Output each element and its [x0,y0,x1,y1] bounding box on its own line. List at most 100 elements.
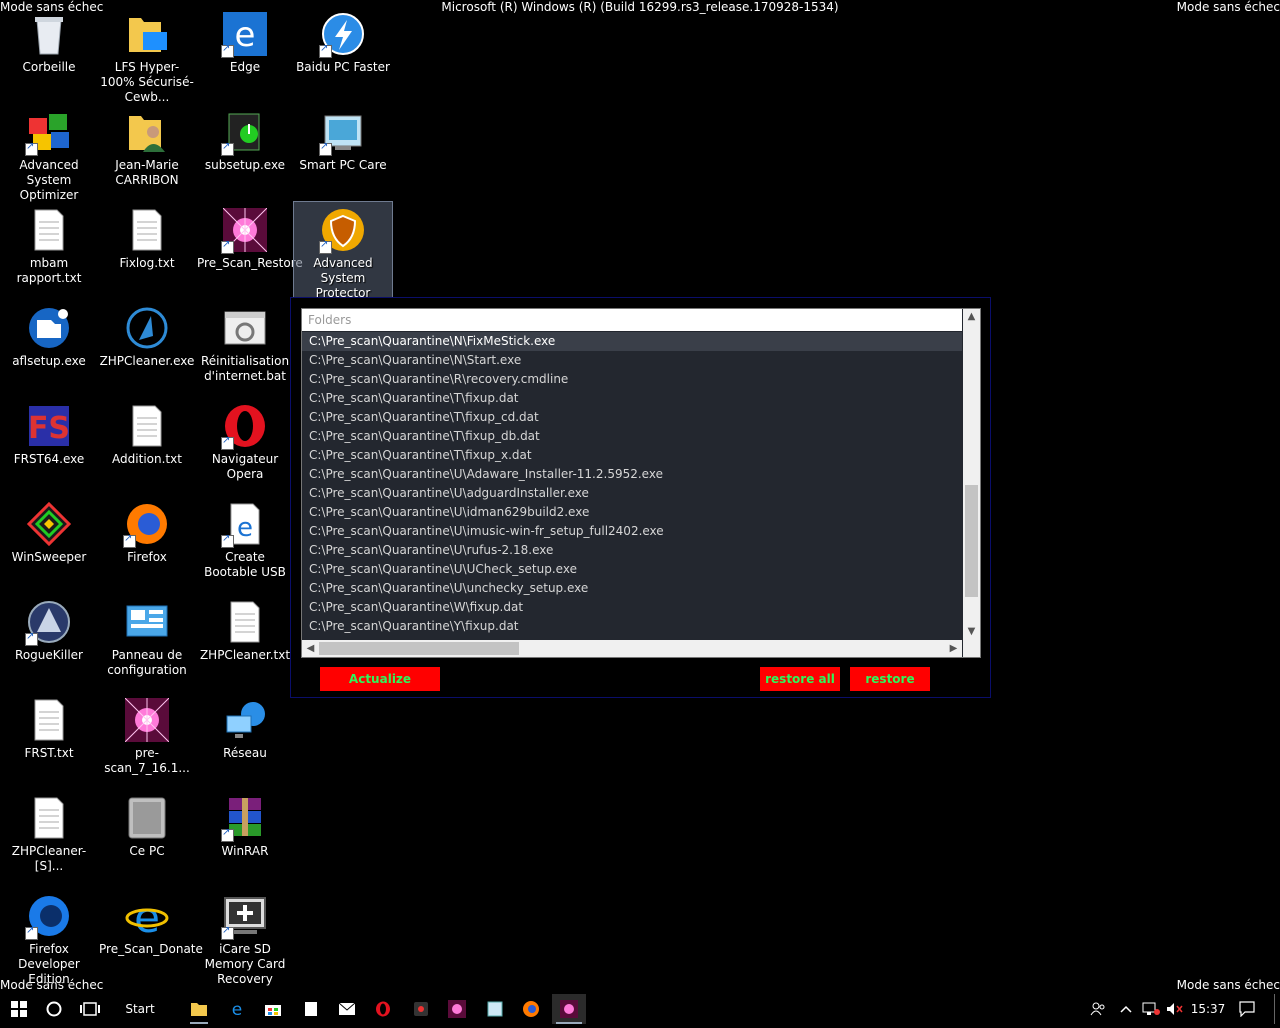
shortcut-arrow-icon [25,925,38,940]
pre-scan-taskbar-icon[interactable] [444,994,470,1024]
network-disconnected-icon[interactable] [1140,994,1162,1024]
list-item[interactable]: C:\Pre_scan\Quarantine\T\fixup_cd.dat [302,408,962,427]
list-item[interactable]: C:\Pre_scan\Quarantine\W\fixup.dat [302,598,962,617]
icare-icon [221,894,267,940]
desktop-icon-label: ZHPCleaner.txt [199,648,291,662]
text-file-icon [27,208,71,252]
desktop-icon-frst64[interactable]: FS FRST64.exe [0,398,98,496]
desktop-icon-smart-pc-care[interactable]: Smart PC Care [294,104,392,202]
desktop-icon-ce-pc[interactable]: Ce PC [98,790,196,888]
volume-muted-icon[interactable] [1164,994,1186,1024]
list-item[interactable]: C:\Pre_scan\Quarantine\U\unchecky_setup.… [302,579,962,598]
scroll-left-arrow-icon[interactable]: ◀ [302,640,319,657]
desktop-icon-panneau-configuration[interactable]: Panneau de configuration [98,594,196,692]
show-desktop-button[interactable] [1274,994,1280,1024]
desktop-icon-mbam-rapport[interactable]: mbam rapport.txt [0,202,98,300]
windows-start-icon[interactable] [8,994,30,1024]
vertical-scrollbar[interactable]: ▲ ▼ [963,309,980,640]
desktop-icon-frst-txt[interactable]: FRST.txt [0,692,98,790]
store-icon[interactable] [260,994,286,1024]
desktop-icon-label: FRST.txt [24,746,74,760]
desktop-icon-advanced-system-protector[interactable]: Advanced System Protector [293,201,393,301]
edge-taskbar-icon[interactable]: e [224,994,250,1024]
list-item[interactable]: C:\Pre_scan\Quarantine\U\adguardInstalle… [302,484,962,503]
desktop-icon-user-folder[interactable]: Jean-Marie CARRIBON [98,104,196,202]
firefox-taskbar-icon[interactable] [518,994,544,1024]
people-icon[interactable] [1088,994,1108,1024]
quarantine-file-list[interactable]: Folders C:\Pre_scan\Quarantine\N\FixMeSt… [301,308,981,658]
scroll-right-arrow-icon[interactable]: ▶ [945,640,962,657]
scroll-down-arrow-icon[interactable]: ▼ [963,624,980,640]
roguekiller-icon [25,600,71,646]
desktop-icon-pre-scan-restore[interactable]: Pre_Scan_Restore [196,202,303,300]
desktop-icon-label: Advanced System Protector [313,256,373,300]
cortana-search-icon[interactable] [42,994,66,1024]
desktop-icon-lfs[interactable]: LFS Hyper-100% Sécurisé-Cewb... [98,6,196,104]
list-header-folders[interactable]: Folders [302,309,962,331]
horizontal-scrollbar[interactable]: ◀ ▶ [302,640,962,657]
desktop-icon-edge[interactable]: e Edge [196,6,294,104]
restore-button[interactable]: restore [850,667,930,691]
desktop-icon-reseau[interactable]: Réseau [196,692,294,790]
action-center-icon[interactable] [1236,994,1258,1024]
show-hidden-icons-chevron-up-icon[interactable] [1116,994,1136,1024]
list-item[interactable]: C:\Pre_scan\Quarantine\Y\fixup.dat [302,617,962,636]
start-label[interactable]: Start [116,994,164,1024]
desktop-icon-pre-scan-donate[interactable]: e Pre_Scan_Donate [98,888,203,986]
list-item[interactable]: C:\Pre_scan\Quarantine\U\idman629build2.… [302,503,962,522]
desktop-icon-firefox[interactable]: Firefox [98,496,196,594]
desktop-icon-baidu[interactable]: Baidu PC Faster [294,6,392,104]
desktop-icon-label: WinSweeper [11,550,87,564]
notes-app-icon[interactable] [482,994,508,1024]
opera-icon [221,404,267,450]
desktop-icon-corbeille[interactable]: Corbeille [0,6,98,104]
desktop-icon-roguekiller[interactable]: RogueKiller [0,594,98,692]
desktop-icon-opera[interactable]: Navigateur Opera [196,398,294,496]
desktop-icon-winsweeper[interactable]: WinSweeper [0,496,98,594]
desktop-icon-advanced-system-optimizer[interactable]: Advanced System Optimizer [0,104,98,202]
list-item[interactable]: C:\Pre_scan\Quarantine\T\fixup.dat [302,389,962,408]
desktop-icon-label: Jean-Marie CARRIBON [115,158,179,187]
svg-text:FS: FS [28,411,70,446]
list-item[interactable]: C:\Pre_scan\Quarantine\N\Start.exe [302,351,962,370]
desktop-icon-zhpcleaner-txt[interactable]: ZHPCleaner.txt [196,594,294,692]
desktop-icon-aflsetup[interactable]: aflsetup.exe [0,300,98,398]
desktop-icon-firefox-developer[interactable]: Firefox Developer Edition [0,888,98,986]
opera-taskbar-icon[interactable] [370,994,396,1024]
list-item[interactable]: C:\Pre_scan\Quarantine\U\rufus-2.18.exe [302,541,962,560]
desktop-icon-winrar[interactable]: WinRAR [196,790,294,888]
desktop-icon-pre-scan-7[interactable]: pre-scan_7_16.1... [98,692,196,790]
shortcut-arrow-icon [25,631,38,646]
list-item[interactable]: C:\Pre_scan\Quarantine\R\recovery.cmdlin… [302,370,962,389]
mail-icon[interactable] [334,994,360,1024]
list-item[interactable]: C:\Pre_scan\Quarantine\T\fixup_x.dat [302,446,962,465]
actualize-button[interactable]: Actualize [320,667,440,691]
desktop-icon-addition[interactable]: Addition.txt [98,398,196,496]
horizontal-scroll-thumb[interactable] [319,642,519,655]
list-item[interactable]: C:\Pre_scan\Quarantine\U\Adaware_Install… [302,465,962,484]
list-item[interactable]: C:\Pre_scan\Quarantine\U\imusic-win-fr_s… [302,522,962,541]
desktop-icon-zhpcleaner-s[interactable]: ZHPCleaner-[S]... [0,790,98,888]
scroll-up-arrow-icon[interactable]: ▲ [963,309,980,325]
desktop-icon-label: WinRAR [221,844,269,858]
shortcut-arrow-icon [221,435,234,450]
desktop-icon-create-bootable-usb[interactable]: e Create Bootable USB [196,496,294,594]
desktop-icon-reinitialisation-internet[interactable]: Réinitialisation d'internet.bat [196,300,294,398]
list-item[interactable]: C:\Pre_scan\Quarantine\U\UCheck_setup.ex… [302,560,962,579]
list-item[interactable]: C:\Pre_scan\Quarantine\T\fixup_db.dat [302,427,962,446]
edge-file-icon: e [221,502,267,548]
notepad-icon[interactable] [298,994,324,1024]
vertical-scroll-thumb[interactable] [965,485,978,597]
file-explorer-icon[interactable] [186,994,212,1024]
pre-scan-active-taskbar-icon[interactable] [552,994,586,1024]
restore-all-button[interactable]: restore all [760,667,840,691]
media-app-icon[interactable] [408,994,434,1024]
clock[interactable]: 15:37 [1190,994,1226,1024]
list-item[interactable]: C:\Pre_scan\Quarantine\N\FixMeStick.exe [302,332,962,351]
desktop-icon-subsetup[interactable]: subsetup.exe [196,104,294,202]
quarantine-restore-window: Folders C:\Pre_scan\Quarantine\N\FixMeSt… [290,297,991,698]
desktop-icon-fixlog[interactable]: Fixlog.txt [98,202,196,300]
desktop-icon-zhpcleaner-exe[interactable]: ZHPCleaner.exe [98,300,196,398]
task-view-icon[interactable] [78,994,102,1024]
desktop-icon-icare[interactable]: iCare SD Memory Card Recovery [196,888,294,986]
